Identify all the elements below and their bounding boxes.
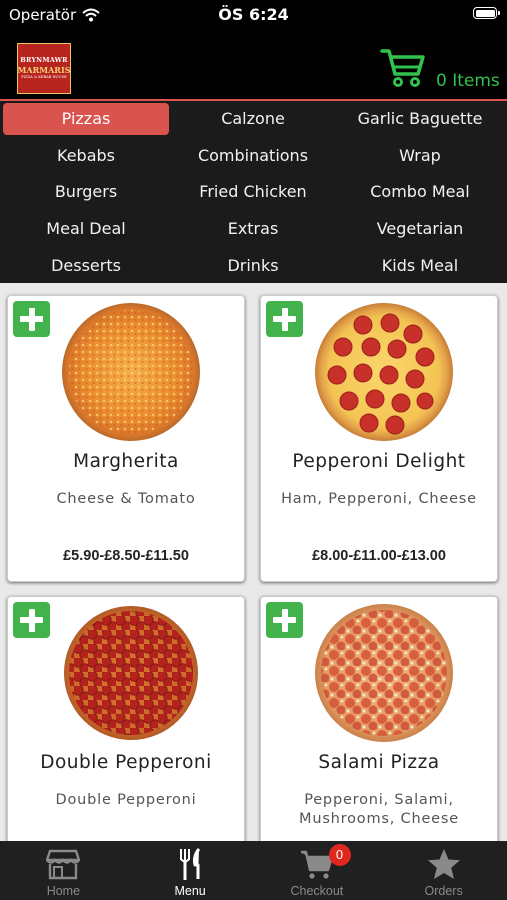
category-menu: Pizzas Calzone Garlic Baguette Kebabs Combin… <box>0 99 507 283</box>
product-description: Double Pepperoni <box>55 792 197 808</box>
product-card[interactable]: Double Pepperoni Double Pepperoni <box>7 596 245 841</box>
tab-label: Orders <box>424 884 463 898</box>
category-vegetarian[interactable]: Vegetarian <box>337 213 503 245</box>
restaurant-logo[interactable]: BRYNMAWR MARMARIS PIZZA & KEBAB HOUSE <box>17 43 71 94</box>
category-pizzas[interactable]: Pizzas <box>3 103 169 135</box>
checkout-badge: 0 <box>328 844 351 866</box>
logo-line-3: PIZZA & KEBAB HOUSE <box>21 74 67 79</box>
product-price: £5.90-£8.50-£11.50 <box>63 548 189 564</box>
add-to-cart-button[interactable] <box>266 301 303 337</box>
cart-icon[interactable] <box>380 43 426 89</box>
status-bar: Operatör ÖS 6:24 <box>0 0 507 30</box>
product-card[interactable]: Pepperoni Delight Ham, Pepperoni, Cheese… <box>260 295 498 582</box>
product-card[interactable]: Salami Pizza Pepperoni, Salami, Mushroom… <box>260 596 498 841</box>
pepperoni-pizza-image <box>315 303 453 441</box>
logo-line-2: MARMARIS <box>17 64 71 75</box>
cart-item-count[interactable]: 0 Items <box>436 71 500 91</box>
tab-home[interactable]: Home <box>0 841 127 900</box>
category-kids-meal[interactable]: Kids Meal <box>337 250 503 282</box>
category-garlic-baguette[interactable]: Garlic Baguette <box>337 103 503 135</box>
product-grid: Margherita Cheese & Tomato £5.90-£8.50-£… <box>0 283 507 841</box>
fork-knife-icon <box>180 848 201 880</box>
product-price: £8.00-£11.00-£13.00 <box>312 548 446 564</box>
status-time: ÖS 6:24 <box>218 5 289 24</box>
product-description: Pepperoni, Salami, Mushrooms, Cheese <box>299 792 459 827</box>
double-pepperoni-pizza-image <box>64 606 198 740</box>
bottom-tab-bar: Home Menu 0 Checkout Orders <box>0 841 507 900</box>
app-header: BRYNMAWR MARMARIS PIZZA & KEBAB HOUSE 0 … <box>0 30 507 100</box>
product-name: Double Pepperoni <box>40 752 212 773</box>
tab-label: Checkout <box>290 884 344 898</box>
category-burgers[interactable]: Burgers <box>3 176 169 208</box>
category-kebabs[interactable]: Kebabs <box>3 140 169 172</box>
product-card[interactable]: Margherita Cheese & Tomato £5.90-£8.50-£… <box>7 295 245 582</box>
category-calzone[interactable]: Calzone <box>170 103 336 135</box>
tab-menu[interactable]: Menu <box>127 841 254 900</box>
product-description: Ham, Pepperoni, Cheese <box>281 491 477 507</box>
category-combinations[interactable]: Combinations <box>170 140 336 172</box>
tab-orders[interactable]: Orders <box>380 841 507 900</box>
store-icon <box>46 849 81 880</box>
category-meal-deal[interactable]: Meal Deal <box>3 213 169 245</box>
category-drinks[interactable]: Drinks <box>170 250 336 282</box>
product-name: Pepperoni Delight <box>292 451 466 472</box>
salami-pizza-image <box>315 604 453 742</box>
category-extras[interactable]: Extras <box>170 213 336 245</box>
category-desserts[interactable]: Desserts <box>3 250 169 282</box>
product-name: Margherita <box>73 451 179 472</box>
star-icon <box>427 849 460 879</box>
add-to-cart-button[interactable] <box>13 602 50 638</box>
margherita-pizza-image <box>62 303 200 441</box>
logo-line-1: BRYNMAWR <box>20 56 68 65</box>
category-fried-chicken[interactable]: Fried Chicken <box>170 176 336 208</box>
category-combo-meal[interactable]: Combo Meal <box>337 176 503 208</box>
category-wrap[interactable]: Wrap <box>337 140 503 172</box>
add-to-cart-button[interactable] <box>13 301 50 337</box>
product-name: Salami Pizza <box>318 752 440 773</box>
battery-icon <box>473 7 500 19</box>
product-description: Cheese & Tomato <box>56 491 196 507</box>
tab-label: Menu <box>174 884 206 898</box>
add-to-cart-button[interactable] <box>266 602 303 638</box>
tab-checkout[interactable]: 0 Checkout <box>254 841 381 900</box>
tab-label: Home <box>46 884 81 898</box>
